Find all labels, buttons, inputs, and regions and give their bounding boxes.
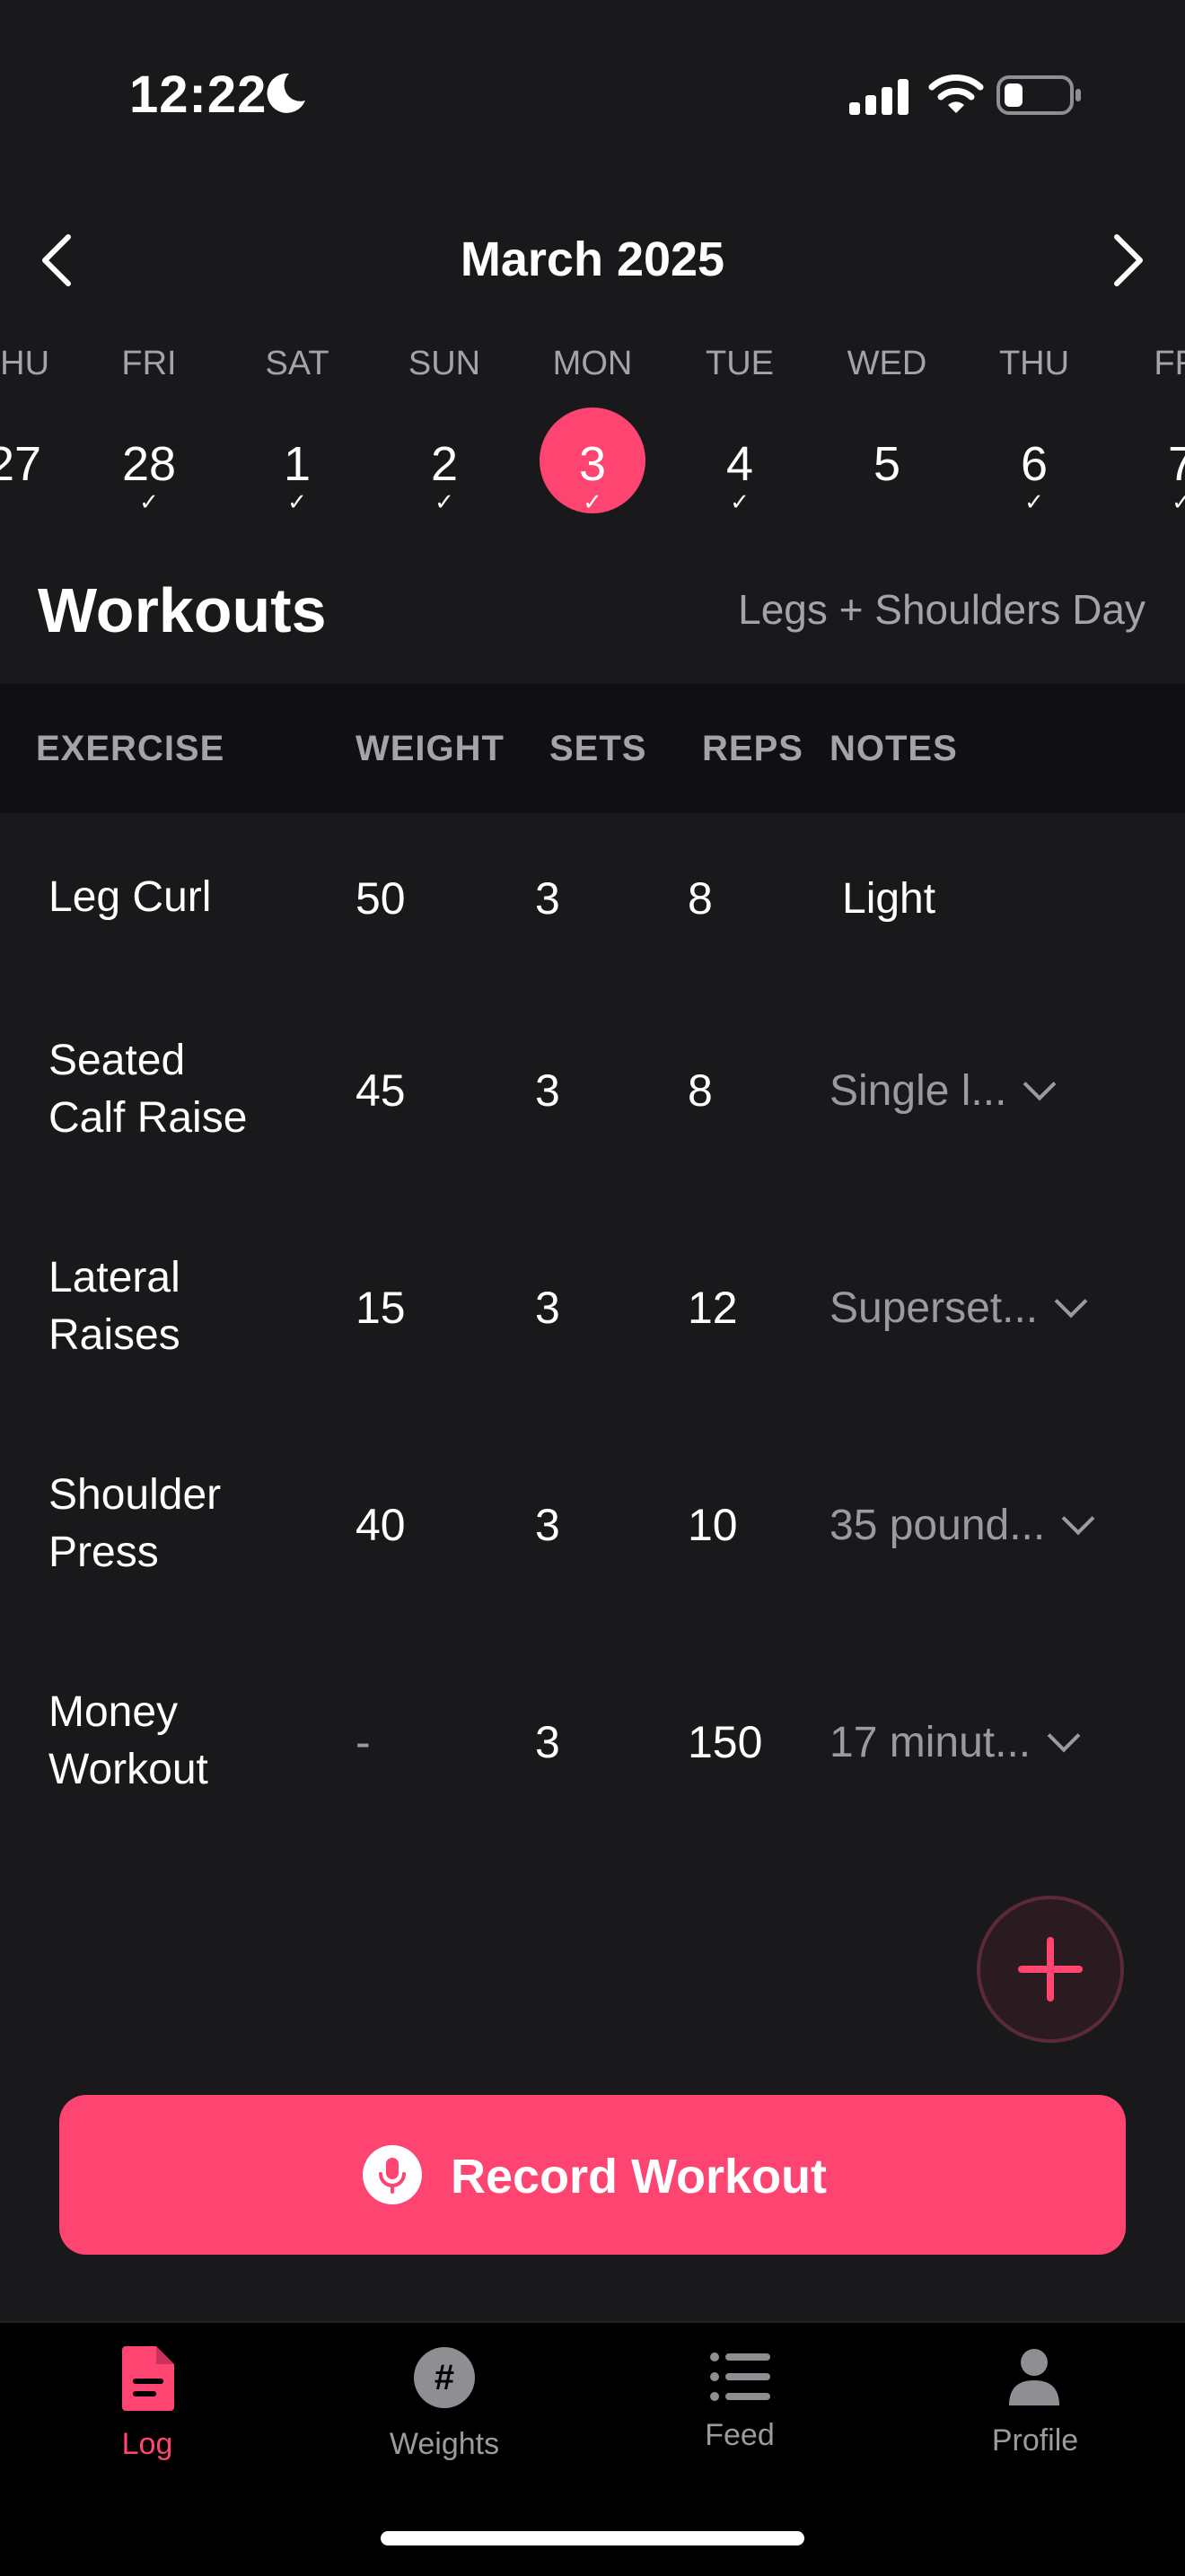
calendar-day-number: 3 <box>578 437 607 491</box>
calendar-day-number: 6 <box>1020 437 1049 491</box>
exercise-name: Seated <box>48 1037 186 1084</box>
wifi-icon <box>928 74 984 113</box>
calendar-day-number: 2 <box>430 437 459 491</box>
column-header-sets: SETS <box>549 729 647 768</box>
person-icon <box>1009 2349 1059 2405</box>
reps-value: 12 <box>688 1283 738 1333</box>
svg-text:#: # <box>434 2358 454 2397</box>
exercise-name-line2: Press <box>48 1529 159 1576</box>
calendar-day[interactable]: 5 <box>833 427 941 535</box>
notes-dropdown[interactable]: 35 pound... <box>830 1501 1095 1550</box>
tab-label: Weights <box>389 2427 500 2461</box>
weight-value: - <box>356 1717 371 1767</box>
checkmark-icon: ✓ <box>1172 488 1185 515</box>
notes-dropdown[interactable]: 17 minut... <box>830 1718 1081 1767</box>
notes-dropdown[interactable]: Superset... <box>830 1284 1088 1333</box>
calendar-day-number: 1 <box>283 437 312 491</box>
workouts-title: Workouts <box>38 575 327 645</box>
signal-icon <box>849 79 908 115</box>
calendar-day[interactable]: 1 ✓ <box>243 427 351 535</box>
checkmark-icon: ✓ <box>434 488 454 515</box>
calendar-day-number: 5 <box>873 437 901 491</box>
notes-value[interactable]: Light <box>842 874 935 924</box>
column-header-reps: REPS <box>702 729 803 768</box>
notes-value: Superset... <box>830 1284 1039 1332</box>
weight-value: 45 <box>356 1065 406 1116</box>
exercise-name-line2: Calf Raise <box>48 1094 248 1142</box>
weight-value: 40 <box>356 1500 406 1550</box>
sets-value: 3 <box>535 1065 560 1116</box>
reps-value: 10 <box>688 1500 738 1550</box>
chevron-down-icon <box>1047 1719 1081 1753</box>
reps-value: 150 <box>688 1717 763 1767</box>
workout-day-label[interactable]: Legs + Shoulders Day <box>738 585 1146 634</box>
sets-value: 3 <box>535 1500 560 1550</box>
moon-icon <box>267 73 305 113</box>
checkmark-icon: ✓ <box>583 488 602 515</box>
weight-value: 50 <box>356 873 406 924</box>
exercise-name: Lateral <box>48 1254 180 1301</box>
next-month-chevron-icon[interactable] <box>1108 232 1149 289</box>
chevron-down-icon <box>1023 1067 1057 1101</box>
exercise-name-line2: Workout <box>48 1746 208 1793</box>
calendar-day-number: 27 <box>0 437 42 491</box>
notes-dropdown[interactable]: Single l... <box>830 1066 1057 1116</box>
reps-value: 8 <box>688 1065 713 1116</box>
calendar-day[interactable]: 28 ✓ <box>95 427 203 535</box>
battery-icon <box>996 75 1081 115</box>
checkmark-icon: ✓ <box>287 488 307 515</box>
chevron-down-icon <box>1061 1502 1095 1536</box>
plus-icon <box>1018 1937 1083 2002</box>
calendar-day[interactable]: 6 ✓ <box>980 427 1088 535</box>
calendar-day-number: 28 <box>121 437 177 491</box>
day-of-week-label: MON <box>552 345 633 382</box>
calendar-day[interactable]: 4 ✓ <box>686 427 794 535</box>
record-workout-label: Record Workout <box>451 2150 828 2204</box>
notes-value: 35 pound... <box>830 1502 1046 1549</box>
column-header-weight: WEIGHT <box>356 729 505 768</box>
column-header-exercise: EXERCISE <box>36 729 225 768</box>
exercise-name-line2: Raises <box>48 1311 180 1359</box>
day-of-week-label: TUE <box>706 345 774 382</box>
day-of-week-label: WED <box>847 345 927 382</box>
tab-label: Log <box>121 2427 173 2461</box>
exercise-name: Money <box>48 1688 179 1736</box>
column-header-notes: NOTES <box>830 729 958 768</box>
checkmark-icon: ✓ <box>1024 488 1044 515</box>
tab-label: Profile <box>991 2423 1079 2458</box>
day-of-week-label: SUN <box>408 345 481 382</box>
add-exercise-button[interactable] <box>977 1896 1124 2043</box>
microphone-icon <box>363 2145 422 2204</box>
sets-value: 3 <box>535 873 560 924</box>
calendar-day[interactable]: 2 ✓ <box>391 427 498 535</box>
notes-value: Single l... <box>830 1067 1007 1115</box>
day-of-week-label: FRI <box>121 345 177 382</box>
list-icon <box>710 2353 770 2401</box>
tab-label: Feed <box>705 2418 775 2452</box>
notes-value: 17 minut... <box>830 1719 1031 1766</box>
month-title: March 2025 <box>460 232 725 286</box>
calendar-day-number: 7 <box>1167 437 1185 491</box>
document-icon <box>122 2346 174 2411</box>
sets-value: 3 <box>535 1283 560 1333</box>
checkmark-icon: ✓ <box>139 488 159 515</box>
day-of-week-label: FRI <box>1154 345 1185 382</box>
status-time: 12:22 <box>129 66 268 124</box>
hashtag-icon: # <box>414 2347 475 2408</box>
calendar-day-number: 4 <box>725 437 754 491</box>
calendar-day[interactable]: 27 <box>0 427 68 535</box>
day-of-week-label: THU <box>0 345 50 382</box>
home-indicator[interactable] <box>381 2531 804 2545</box>
exercise-name: Shoulder <box>48 1471 222 1519</box>
day-of-week-label: THU <box>998 345 1070 382</box>
day-of-week-label: SAT <box>265 345 329 382</box>
sets-value: 3 <box>535 1717 560 1767</box>
reps-value: 8 <box>688 873 713 924</box>
checkmark-icon: ✓ <box>730 488 750 515</box>
chevron-down-icon <box>1054 1284 1088 1319</box>
calendar-day-selected[interactable]: 3 ✓ <box>539 407 646 535</box>
weight-value: 15 <box>356 1283 406 1333</box>
calendar-day[interactable]: 7 ✓ <box>1128 427 1185 535</box>
exercise-name: Leg Curl <box>48 873 212 921</box>
